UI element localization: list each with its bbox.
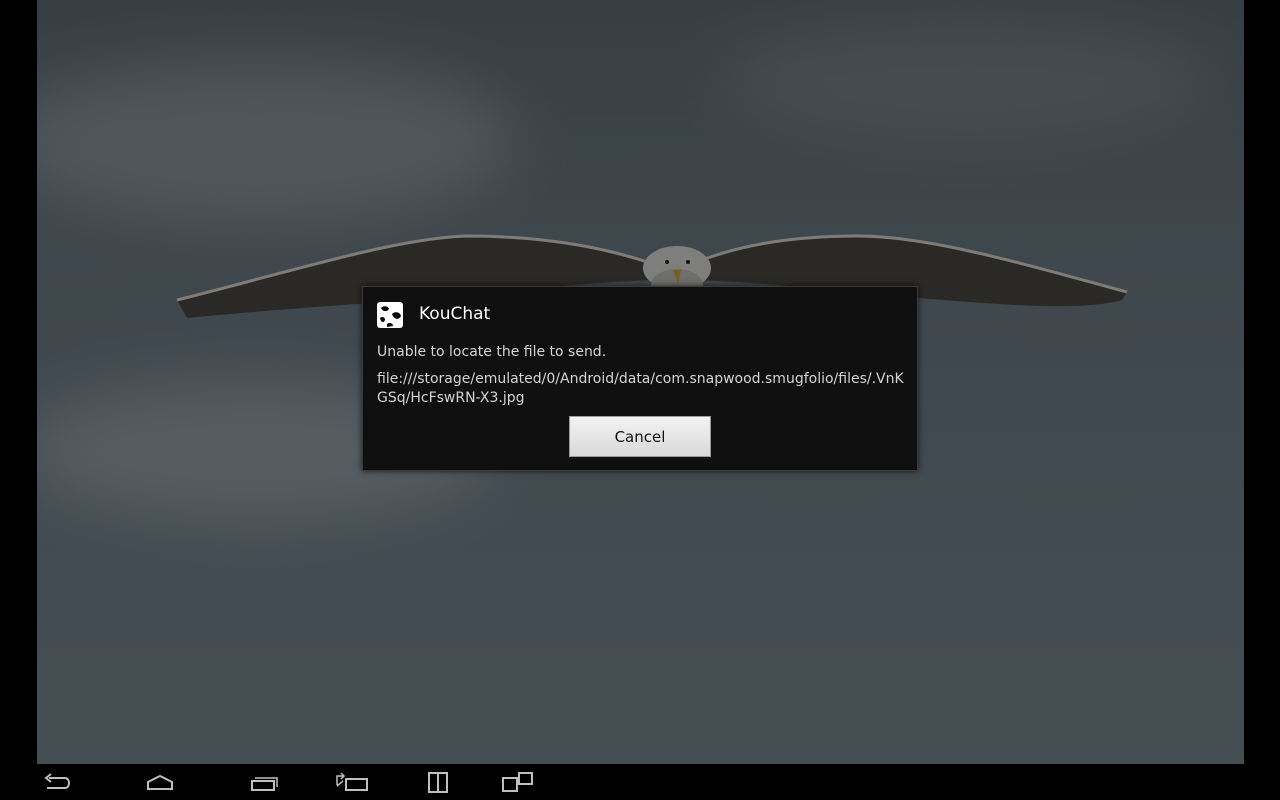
cancel-button[interactable]: Cancel bbox=[569, 416, 711, 457]
dialog-title: KouChat bbox=[419, 304, 491, 324]
rotate-screen-button[interactable] bbox=[332, 768, 372, 796]
back-button[interactable] bbox=[36, 768, 76, 796]
cow-icon bbox=[377, 302, 403, 328]
dialog-title-row: KouChat bbox=[363, 287, 917, 343]
split-screen-icon bbox=[428, 772, 448, 793]
multi-window-button[interactable] bbox=[497, 768, 537, 796]
split-screen-button[interactable] bbox=[418, 768, 458, 796]
navigation-bar bbox=[0, 764, 1280, 800]
rotate-screen-icon bbox=[336, 772, 368, 791]
recent-apps-icon bbox=[251, 777, 278, 791]
recent-apps-button[interactable] bbox=[244, 768, 284, 796]
home-icon bbox=[147, 774, 173, 790]
dialog-file-path: file:///storage/emulated/0/Android/data/… bbox=[377, 371, 904, 406]
android-screen: KouChat Unable to locate the file to sen… bbox=[0, 0, 1280, 800]
back-icon bbox=[44, 773, 71, 789]
kouchat-error-dialog: KouChat Unable to locate the file to sen… bbox=[362, 286, 918, 471]
home-button[interactable] bbox=[140, 768, 180, 796]
dialog-message: Unable to locate the file to send. bbox=[377, 344, 607, 360]
multi-window-icon bbox=[502, 772, 533, 792]
